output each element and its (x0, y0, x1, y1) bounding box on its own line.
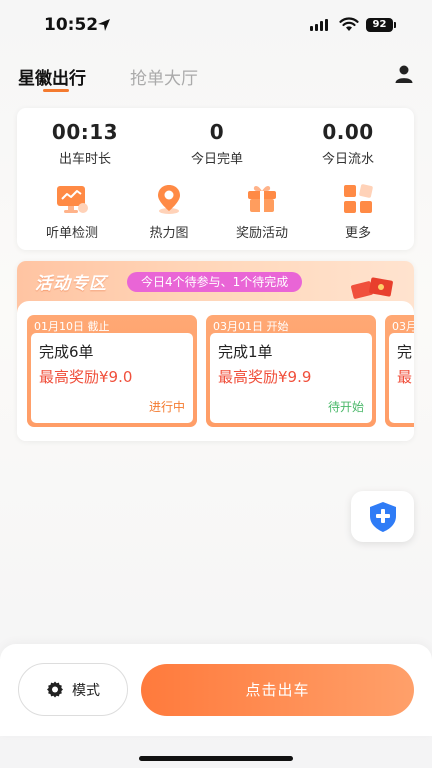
location-arrow-icon (98, 19, 110, 31)
activity-card-partial[interactable]: 03月 完 最 (385, 315, 414, 427)
shortcut-heatmap[interactable]: 热力图 (124, 182, 214, 241)
activity-card-name: 完成1单 (218, 343, 273, 361)
stat-label: 今日流水 (321, 152, 374, 167)
stat-online-duration: 00:13 出车时长 (25, 120, 145, 167)
activity-card[interactable]: 01月10日 截止 完成6单 最高奖励¥9.0 进行中 (27, 315, 197, 427)
activity-card-status: 进行中 (148, 400, 185, 414)
shortcut-label: 更多 (344, 226, 371, 241)
shortcut-more[interactable]: 更多 (313, 182, 403, 241)
tab-xinghui[interactable]: 星徽出行 (18, 64, 86, 89)
activity-card-name: 完成6单 (39, 343, 94, 361)
safety-shield-button[interactable] (351, 491, 414, 542)
red-packet-icon (351, 277, 393, 299)
activity-card-date: 03月01日 开始 (213, 320, 289, 333)
activity-card-body: 完成1单 最高奖励¥9.9 待开始 (210, 333, 372, 423)
stat-value: 00:13 (51, 120, 119, 144)
activity-zone: 活动专区 今日4个待参与、1个待完成 01月10日 截止 完成6单 最高奖励¥9… (17, 261, 414, 441)
stat-value: 0 (209, 120, 225, 144)
shield-plus-icon (370, 502, 396, 532)
activity-card-reward: 最高奖励¥9.9 (218, 368, 312, 386)
map-pin-icon (152, 182, 186, 216)
stats-card: 00:13 出车时长 0 今日完单 0.00 今日流水 听单检测 热力图 奖励活… (17, 108, 414, 250)
shortcut-reward-activity[interactable]: 奖励活动 (217, 182, 307, 241)
activity-card-body: 完成6单 最高奖励¥9.0 进行中 (31, 333, 193, 423)
wifi-icon (339, 17, 359, 31)
profile-icon[interactable] (394, 64, 414, 84)
stat-label: 出车时长 (58, 152, 111, 167)
cellular-signal-icon (310, 19, 328, 31)
mode-button-label: 模式 (72, 682, 100, 699)
shortcut-label: 热力图 (149, 226, 189, 241)
activity-title: 活动专区 (35, 274, 107, 294)
shortcut-label: 奖励活动 (235, 226, 288, 241)
depart-button[interactable]: 点击出车 (141, 664, 414, 716)
grid-icon (341, 182, 375, 216)
activity-card-reward: 最高奖励¥9.0 (39, 368, 133, 386)
home-indicator (139, 756, 293, 761)
top-tabs: 星徽出行 抢单大厅 (18, 64, 414, 94)
activity-card-body: 完 最 (389, 333, 414, 423)
status-bar: 10:52 92 (0, 0, 432, 50)
activity-card-status: 待开始 (327, 400, 364, 414)
activity-card-reward: 最 (397, 368, 413, 386)
status-time: 10:52 (44, 15, 99, 35)
shortcut-listen-check[interactable]: 听单检测 (27, 182, 117, 241)
activity-card[interactable]: 03月01日 开始 完成1单 最高奖励¥9.9 待开始 (206, 315, 376, 427)
gift-icon (245, 182, 279, 216)
tab-active-indicator (43, 89, 69, 92)
bottom-action-bar: 模式 点击出车 (0, 644, 432, 736)
stat-label: 今日完单 (190, 152, 243, 167)
stat-revenue-today: 0.00 今日流水 (288, 120, 408, 167)
activity-card-date: 03月 (392, 320, 414, 333)
stat-orders-today: 0 今日完单 (157, 120, 277, 167)
gear-icon (47, 681, 63, 697)
monitor-icon (55, 182, 89, 216)
battery-indicator: 92 (366, 18, 396, 32)
mode-button[interactable]: 模式 (18, 663, 128, 716)
tab-order-hall[interactable]: 抢单大厅 (130, 64, 198, 89)
activity-summary-pill[interactable]: 今日4个待参与、1个待完成 (127, 272, 303, 292)
activity-card-date: 01月10日 截止 (34, 320, 110, 333)
stat-value: 0.00 (322, 120, 374, 144)
shortcut-label: 听单检测 (45, 226, 98, 241)
activity-card-name: 完 (397, 343, 413, 361)
